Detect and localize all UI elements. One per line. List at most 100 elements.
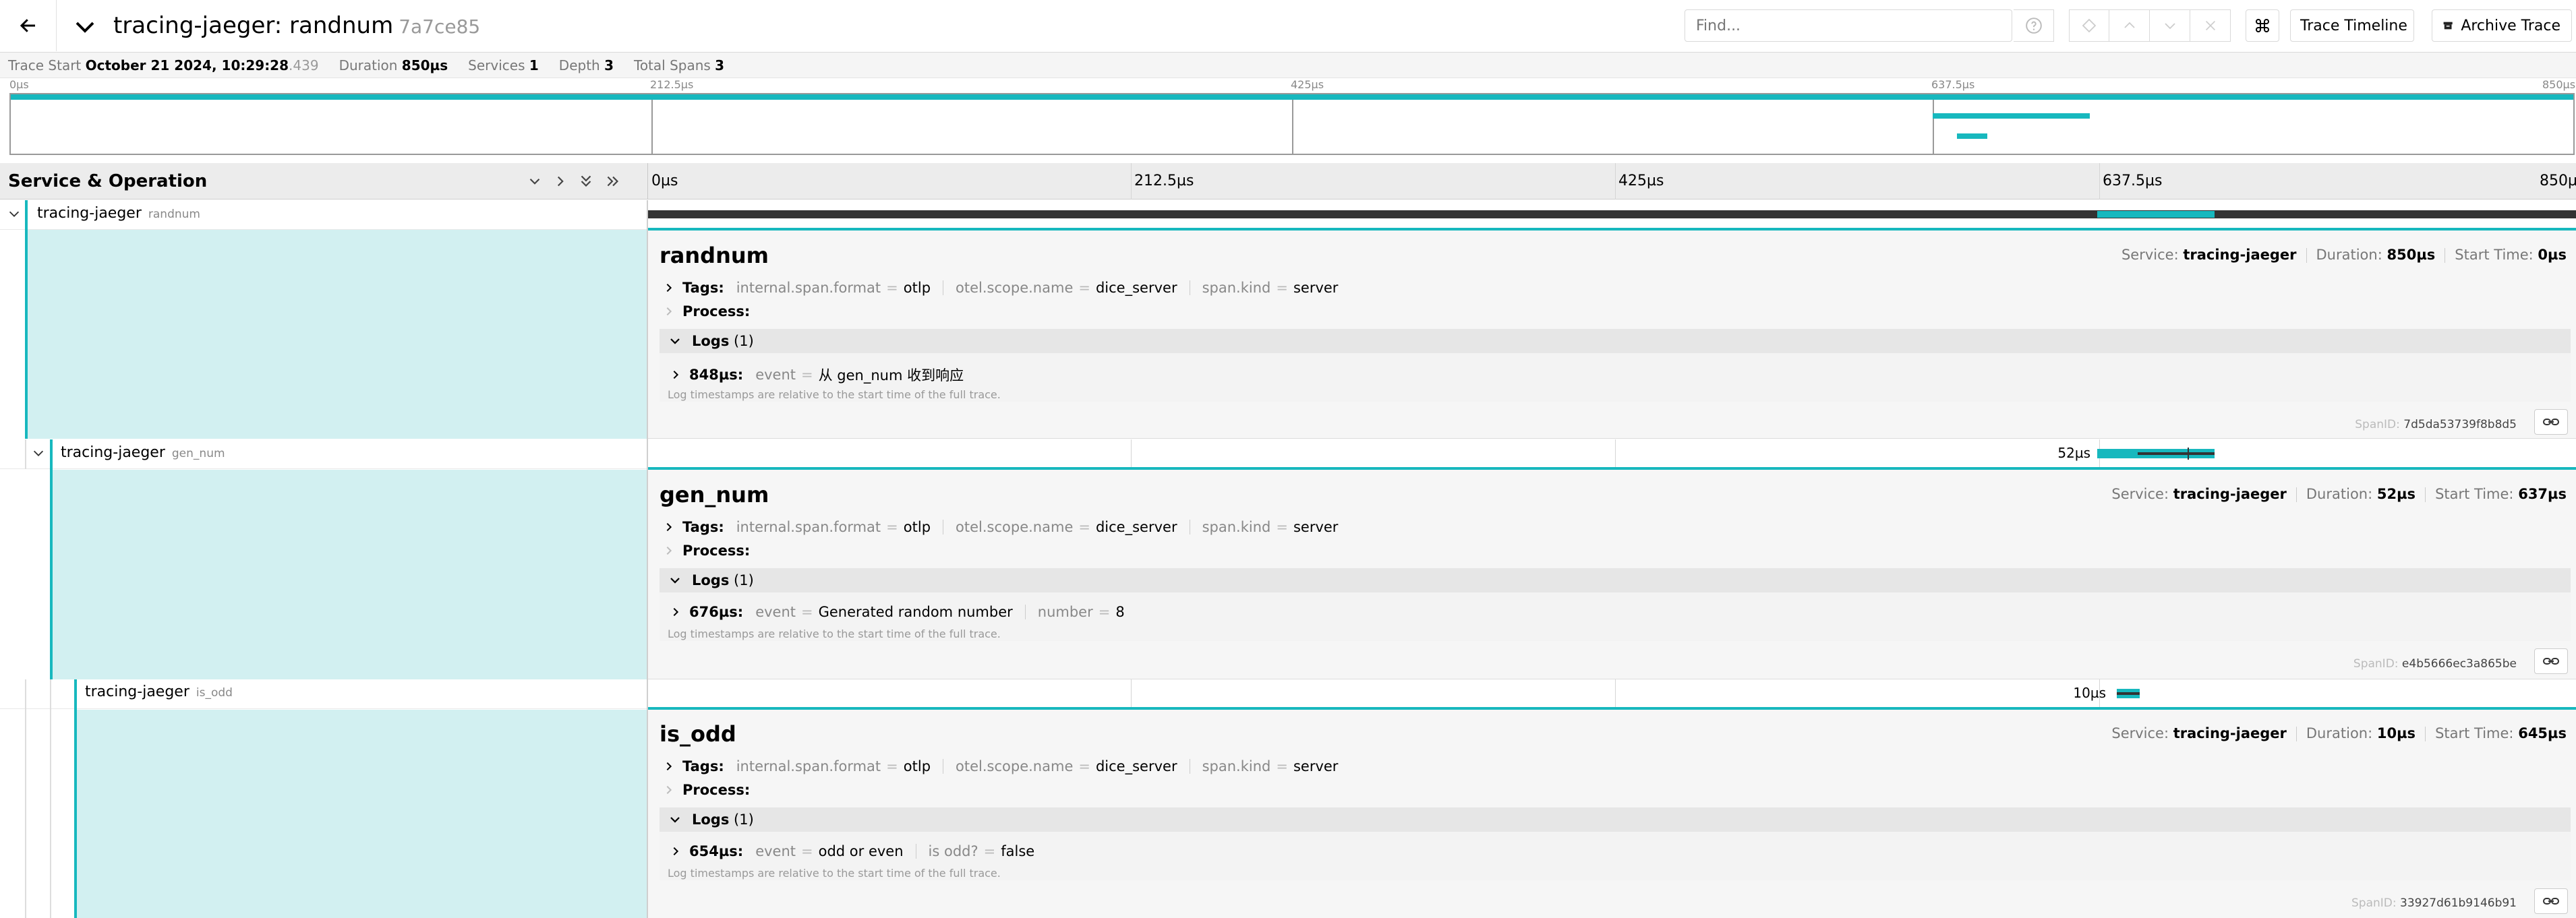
next-result-button[interactable] bbox=[2150, 9, 2190, 42]
tags-row[interactable]: Tags: internal.span.format = otlp otel.sco… bbox=[664, 758, 1338, 774]
minimap-gridline bbox=[1933, 94, 1934, 154]
timeline-gridline bbox=[1131, 679, 1132, 709]
meta-label: Start Time: bbox=[2435, 725, 2514, 741]
log-entry[interactable]: 676µs: event = Generated random number num… bbox=[670, 604, 1125, 620]
minimap-gridline bbox=[651, 94, 653, 154]
logs-count: (1) bbox=[734, 812, 754, 828]
trace-depth: Depth 3 bbox=[559, 57, 614, 73]
tag-key: otel.scope.name bbox=[956, 758, 1074, 774]
link-icon bbox=[2543, 658, 2559, 665]
logs-count: (1) bbox=[734, 572, 754, 588]
minimap-tick: 850µs bbox=[2542, 78, 2576, 91]
log-entry[interactable]: 848µs: event = 从 gen_num 收到响应 bbox=[670, 365, 964, 385]
prev-result-button[interactable] bbox=[2109, 9, 2150, 42]
keyboard-shortcuts-button[interactable] bbox=[2246, 9, 2279, 42]
trace-header: tracing-jaeger: randnum7a7ce85 Trace Tim… bbox=[0, 0, 2576, 53]
span-id: SpanID: 33927d61b9146b91 bbox=[2351, 896, 2517, 910]
tag-key: span.kind bbox=[1202, 280, 1271, 296]
meta-start: 637µs bbox=[2518, 486, 2567, 502]
tag-value: dice_server bbox=[1095, 280, 1177, 296]
meta-label: Service: bbox=[2111, 725, 2169, 741]
archive-trace-button[interactable]: Archive Trace bbox=[2432, 9, 2572, 42]
chevron-down-icon bbox=[670, 578, 680, 584]
log-key: event bbox=[755, 367, 796, 383]
meta-label: Start Time: bbox=[2435, 486, 2514, 502]
detail-indent bbox=[53, 470, 647, 679]
copy-link-button[interactable] bbox=[2534, 888, 2568, 914]
view-select[interactable]: Trace Timeline bbox=[2290, 9, 2414, 42]
chevron-down-icon[interactable] bbox=[31, 446, 46, 460]
detail-title: is_odd bbox=[660, 721, 736, 747]
column-divider[interactable] bbox=[647, 200, 648, 918]
logs-header[interactable]: Logs (1) bbox=[660, 807, 2571, 832]
detail-title: gen_num bbox=[660, 482, 769, 508]
span-bar-randnum bbox=[647, 210, 2576, 218]
span-service: tracing-jaeger bbox=[37, 205, 142, 222]
meta-label: Service: bbox=[2121, 247, 2179, 263]
collapse-one-icon[interactable] bbox=[526, 173, 544, 190]
indent-guide bbox=[50, 679, 51, 918]
logs-header[interactable]: Logs (1) bbox=[660, 568, 2571, 592]
service-operation-header: Service & Operation bbox=[8, 171, 208, 191]
span-duration-label: 10µs bbox=[2073, 685, 2106, 701]
detail-meta: Service: tracing-jaeger Duration: 10µs Sta… bbox=[2111, 725, 2567, 741]
tag-value: otlp bbox=[903, 758, 931, 774]
tags-row[interactable]: Tags: internal.span.format = otlp otel.sco… bbox=[664, 519, 1338, 535]
minimap-tick: 637.5µs bbox=[1931, 78, 1975, 91]
chevron-down-icon[interactable] bbox=[7, 206, 22, 221]
timeline-tick: 850µs bbox=[2540, 173, 2576, 189]
trace-duration: Duration 850µs bbox=[339, 57, 448, 73]
collapse-all-icon[interactable] bbox=[577, 173, 595, 190]
duration-label: Duration bbox=[339, 57, 398, 73]
chevron-down-icon[interactable] bbox=[73, 15, 97, 39]
chevron-down-icon bbox=[2164, 23, 2175, 30]
log-value: odd or even bbox=[818, 843, 904, 859]
back-button[interactable] bbox=[0, 0, 57, 51]
find-input[interactable] bbox=[1685, 9, 2012, 42]
tag-key: internal.span.format bbox=[736, 280, 881, 296]
span-bar-row[interactable] bbox=[647, 679, 2576, 709]
detail-indent bbox=[77, 710, 647, 918]
tags-row[interactable]: Tags: internal.span.format = otlp otel.sco… bbox=[664, 280, 1338, 296]
depth-label: Depth bbox=[558, 57, 600, 73]
trace-total-spans: Total Spans 3 bbox=[634, 57, 724, 73]
trace-minimap[interactable] bbox=[9, 93, 2575, 155]
span-id-label: SpanID: bbox=[2355, 418, 2400, 431]
span-id: SpanID: 7d5da53739f8b8d5 bbox=[2355, 418, 2517, 431]
minimap-gridline bbox=[1292, 94, 1293, 154]
help-button[interactable] bbox=[2014, 9, 2054, 42]
locate-button[interactable] bbox=[2069, 9, 2109, 42]
log-key: is odd? bbox=[928, 843, 978, 859]
meta-start: 0µs bbox=[2538, 247, 2567, 263]
timeline-gridline bbox=[1615, 679, 1616, 709]
process-row[interactable]: Process: bbox=[664, 782, 762, 798]
divider[interactable] bbox=[647, 163, 648, 200]
clear-search-button[interactable] bbox=[2190, 9, 2231, 42]
process-row[interactable]: Process: bbox=[664, 303, 762, 319]
timeline-tick: 212.5µs bbox=[1134, 173, 1194, 189]
minimap-span-randnum bbox=[11, 94, 2573, 100]
log-time: 848µs: bbox=[689, 367, 744, 383]
log-entry[interactable]: 654µs: event = odd or even is odd? = false bbox=[670, 843, 1034, 859]
services-label: Services bbox=[468, 57, 525, 73]
logs-header[interactable]: Logs (1) bbox=[660, 329, 2571, 353]
process-label: Process: bbox=[682, 303, 751, 319]
trace-name: tracing-jaeger: randnum bbox=[113, 12, 394, 39]
span-name: tracing-jaeger gen_num bbox=[61, 444, 225, 461]
trace-title: tracing-jaeger: randnum 7a7ce85 bbox=[113, 9, 480, 43]
expand-all-icon[interactable] bbox=[604, 173, 622, 190]
minimap-ticks: 0µs 212.5µs 425µs 637.5µs 850µs bbox=[0, 78, 2576, 93]
process-row[interactable]: Process: bbox=[664, 543, 762, 559]
services-value: 1 bbox=[529, 57, 539, 73]
meta-label: Start Time: bbox=[2455, 247, 2534, 263]
tag-value: otlp bbox=[903, 519, 931, 535]
copy-link-button[interactable] bbox=[2534, 409, 2568, 435]
chevron-right-icon bbox=[666, 546, 672, 555]
span-bar-row[interactable] bbox=[647, 439, 2576, 469]
expand-one-icon[interactable] bbox=[552, 173, 569, 190]
total-spans-label: Total Spans bbox=[634, 57, 711, 73]
copy-link-button[interactable] bbox=[2534, 648, 2568, 674]
span-service: tracing-jaeger bbox=[85, 683, 189, 700]
minimap-span-is-odd bbox=[1957, 133, 1987, 139]
trace-summary-bar: Trace Start October 21 2024, 10:29:28.43… bbox=[0, 53, 2576, 78]
